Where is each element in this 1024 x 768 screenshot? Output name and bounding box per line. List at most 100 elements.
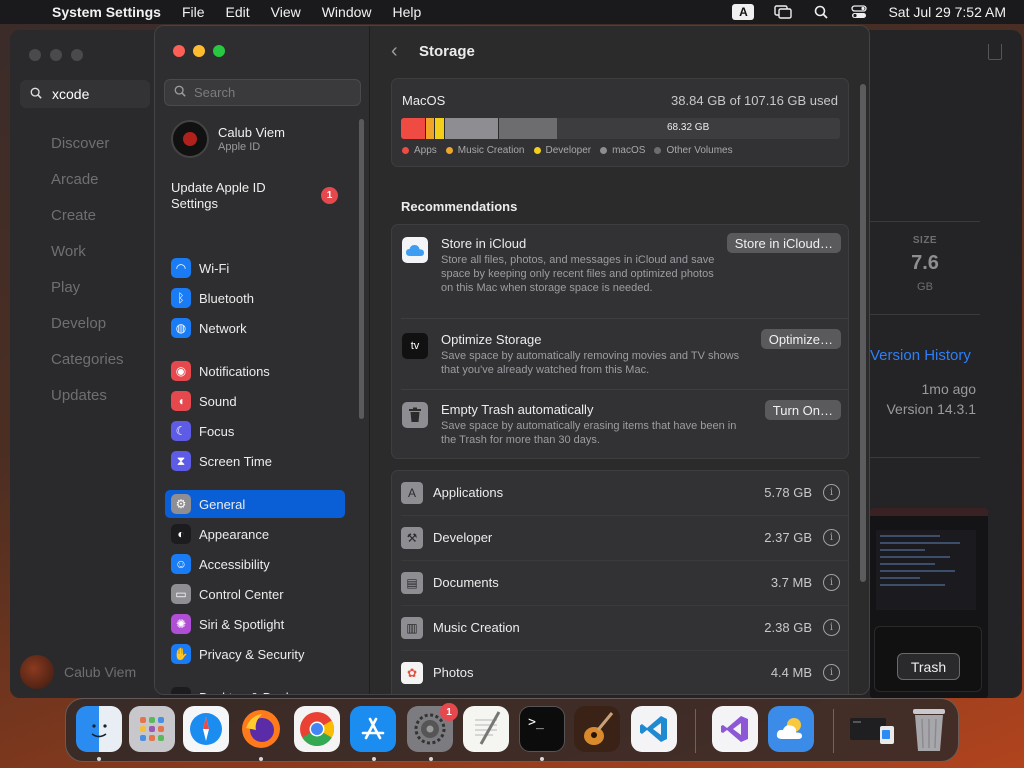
nav-develop[interactable]: Develop bbox=[51, 315, 124, 351]
info-icon[interactable]: i bbox=[823, 484, 840, 501]
garageband-icon[interactable] bbox=[574, 706, 620, 752]
storage-category-row[interactable]: ▥ Music Creation 2.38 GB i bbox=[392, 606, 850, 651]
menu-edit[interactable]: Edit bbox=[226, 4, 250, 20]
back-chevron-icon[interactable]: ‹ bbox=[391, 40, 398, 63]
menu-app-name[interactable]: System Settings bbox=[52, 4, 161, 20]
sidebar-item-network[interactable]: ◍ Network bbox=[165, 314, 345, 342]
version-history-link[interactable]: Version History bbox=[870, 347, 971, 364]
sidebar-item-focus[interactable]: ☾ Focus bbox=[165, 417, 345, 445]
recommendation-title: Empty Trash automatically bbox=[441, 402, 594, 417]
sidebar-item-bluetooth[interactable]: ᛒ Bluetooth bbox=[165, 284, 345, 312]
dock-icon: ▭ bbox=[171, 687, 191, 694]
menu-help[interactable]: Help bbox=[393, 4, 422, 20]
sidebar-item-general[interactable]: ⚙ General bbox=[165, 490, 345, 518]
nav-discover[interactable]: Discover bbox=[51, 135, 124, 171]
optimize-button[interactable]: Optimize… bbox=[760, 329, 841, 349]
content-scrollbar[interactable] bbox=[860, 84, 866, 582]
sidebar-item-privacy-security[interactable]: ✋ Privacy & Security bbox=[165, 640, 345, 668]
apple-id-account[interactable]: Calub Viem Apple ID bbox=[171, 120, 285, 158]
storage-category-row[interactable]: ✿ Photos 4.4 MB i bbox=[392, 651, 850, 694]
menu-window[interactable]: Window bbox=[322, 4, 372, 20]
updated-ago: 1mo ago bbox=[921, 381, 976, 397]
info-icon[interactable]: i bbox=[823, 529, 840, 546]
recommendation-description: Save space by automatically removing mov… bbox=[441, 350, 740, 376]
safari-icon[interactable] bbox=[183, 706, 229, 752]
weather-icon[interactable] bbox=[768, 706, 814, 752]
settings-search-input[interactable]: Search bbox=[164, 79, 361, 106]
firefox-icon[interactable] bbox=[238, 706, 284, 752]
sidebar-item-desktop-dock[interactable]: ▭ Desktop & Dock bbox=[165, 683, 345, 694]
store-in-icloud-button[interactable]: Store in iCloud… bbox=[726, 233, 841, 253]
share-icon[interactable] bbox=[988, 44, 1002, 60]
sidebar-item-label: Control Center bbox=[199, 586, 284, 602]
screen-mirroring-icon[interactable] bbox=[774, 5, 793, 19]
legend-label: Apps bbox=[414, 145, 437, 156]
menu-view[interactable]: View bbox=[271, 4, 301, 20]
input-source-icon[interactable]: A bbox=[732, 4, 755, 20]
launchpad-icon[interactable] bbox=[129, 706, 175, 752]
storage-segment-macos[interactable] bbox=[444, 118, 499, 139]
minimize-button[interactable] bbox=[193, 45, 205, 57]
category-size: 4.4 MB bbox=[770, 665, 812, 680]
window-preview-icon[interactable] bbox=[850, 706, 898, 752]
hourglass-icon: ⧗ bbox=[171, 451, 191, 471]
sidebar-item-screen-time[interactable]: ⧗ Screen Time bbox=[165, 447, 345, 475]
nav-updates[interactable]: Updates bbox=[51, 387, 124, 423]
legend-label: Other Volumes bbox=[666, 145, 733, 156]
zoom-button[interactable] bbox=[71, 49, 83, 61]
control-center-icon: ▭ bbox=[171, 584, 191, 604]
zoom-button[interactable] bbox=[213, 45, 225, 57]
visual-studio-icon[interactable] bbox=[712, 706, 758, 752]
sidebar-item-notifications[interactable]: ◉ Notifications bbox=[165, 357, 345, 385]
globe-icon: ◍ bbox=[171, 318, 191, 338]
storage-segment-music-creation[interactable] bbox=[424, 118, 435, 139]
close-button[interactable] bbox=[29, 49, 41, 61]
storage-category-row[interactable]: ⚒ Developer 2.37 GB i bbox=[392, 516, 850, 561]
chrome-icon[interactable] bbox=[294, 706, 340, 752]
info-icon[interactable]: i bbox=[823, 664, 840, 681]
textedit-icon[interactable] bbox=[463, 706, 509, 752]
info-icon[interactable]: i bbox=[823, 619, 840, 636]
siri-icon: ✺ bbox=[171, 614, 191, 634]
piano-icon: ▥ bbox=[401, 617, 423, 639]
sidebar-item-wi-fi[interactable]: ◠ Wi-Fi bbox=[165, 254, 345, 282]
terminal-icon[interactable]: >_ bbox=[519, 706, 565, 752]
storage-bar[interactable] bbox=[401, 118, 840, 139]
nav-work[interactable]: Work bbox=[51, 243, 124, 279]
storage-segment-apps[interactable] bbox=[401, 118, 425, 139]
apple-tv-icon: tv bbox=[402, 333, 428, 359]
minimize-button[interactable] bbox=[50, 49, 62, 61]
storage-category-row[interactable]: A Applications 5.78 GB i bbox=[392, 471, 850, 516]
turn-on-button[interactable]: Turn On… bbox=[764, 400, 841, 420]
nav-create[interactable]: Create bbox=[51, 207, 124, 243]
legend-label: macOS bbox=[612, 145, 646, 156]
menu-file[interactable]: File bbox=[182, 4, 205, 20]
sidebar-item-sound[interactable]: ◖ Sound bbox=[165, 387, 345, 415]
spotlight-search-icon[interactable] bbox=[812, 5, 830, 19]
recommendation-empty-trash: Empty Trash automatically Save space by … bbox=[392, 390, 850, 460]
sidebar-item-appearance[interactable]: ◐ Appearance bbox=[165, 520, 345, 548]
recommendation-title: Optimize Storage bbox=[441, 332, 542, 347]
info-icon[interactable]: i bbox=[823, 574, 840, 591]
sidebar-item-control-center[interactable]: ▭ Control Center bbox=[165, 580, 345, 608]
storage-segment-developer[interactable] bbox=[434, 118, 445, 139]
app-store-account[interactable]: Calub Viem bbox=[20, 655, 136, 689]
trash-icon[interactable] bbox=[906, 706, 952, 752]
update-apple-id-item[interactable]: Update Apple ID Settings bbox=[171, 180, 291, 212]
app-store-icon[interactable] bbox=[350, 706, 396, 752]
vscode-icon[interactable] bbox=[631, 706, 677, 752]
app-store-search-input[interactable]: xcode bbox=[20, 80, 150, 108]
sidebar-item-accessibility[interactable]: ☺ Accessibility bbox=[165, 550, 345, 578]
nav-play[interactable]: Play bbox=[51, 279, 124, 315]
nav-arcade[interactable]: Arcade bbox=[51, 171, 124, 207]
storage-category-row[interactable]: ▤ Documents 3.7 MB i bbox=[392, 561, 850, 606]
nav-categories[interactable]: Categories bbox=[51, 351, 124, 387]
storage-segment-other-volumes[interactable] bbox=[498, 118, 557, 139]
finder-icon[interactable] bbox=[76, 706, 122, 752]
close-button[interactable] bbox=[173, 45, 185, 57]
control-center-icon[interactable] bbox=[850, 5, 868, 19]
menu-clock[interactable]: Sat Jul 29 7:52 AM bbox=[888, 4, 1006, 20]
sidebar-item-siri-spotlight[interactable]: ✺ Siri & Spotlight bbox=[165, 610, 345, 638]
sidebar-scrollbar[interactable] bbox=[359, 119, 364, 419]
avatar bbox=[171, 120, 209, 158]
